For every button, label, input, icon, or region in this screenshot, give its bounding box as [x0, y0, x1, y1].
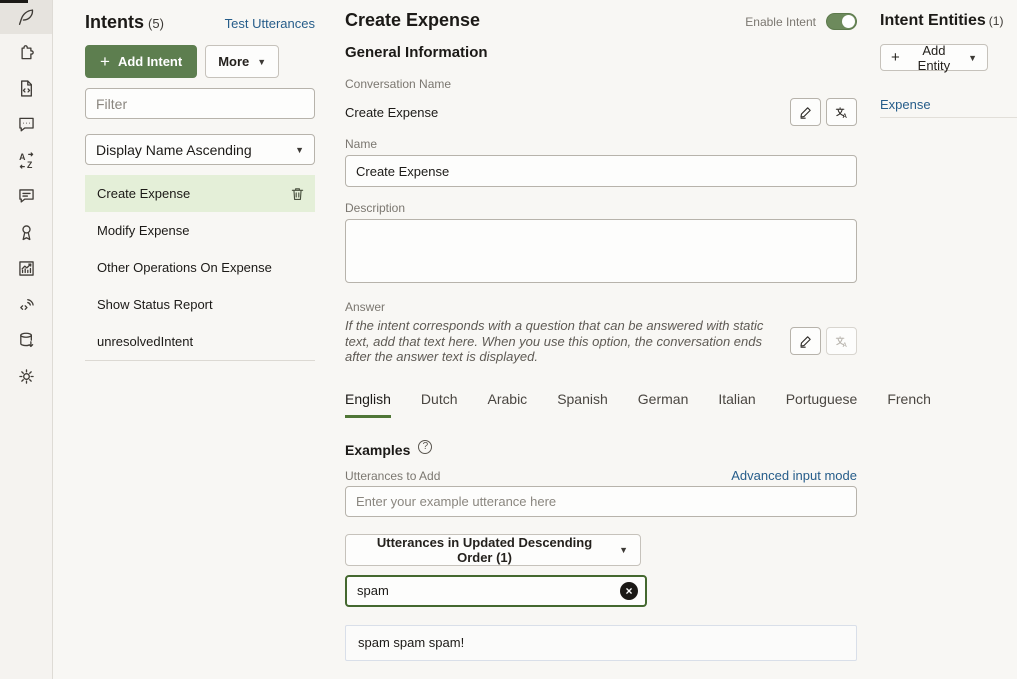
utterance-sort-dropdown[interactable]: Utterances in Updated Descending Order (…: [345, 534, 641, 566]
code-signal-icon: [16, 294, 37, 315]
answer-help-text: If the intent corresponds with a questio…: [345, 318, 787, 365]
translate-icon: A: [834, 334, 849, 349]
caret-down-icon: ▼: [257, 57, 266, 67]
sidebar-item-intents[interactable]: [0, 0, 52, 34]
pencil-icon: [798, 105, 813, 120]
intents-filter-input[interactable]: [85, 88, 315, 119]
svg-text:A: A: [842, 113, 847, 120]
examples-heading: Examples: [345, 442, 410, 458]
sidebar-item-ribbon[interactable]: [0, 214, 52, 250]
utterance-row[interactable]: spam spam spam!: [345, 625, 857, 661]
utterance-filter-input[interactable]: [345, 575, 647, 607]
utterances-to-add-label: Utterances to Add: [345, 469, 440, 483]
quill-icon: [15, 6, 37, 28]
intents-count: (5): [148, 16, 164, 31]
tab-spanish[interactable]: Spanish: [557, 391, 608, 418]
gear-icon: [16, 366, 37, 387]
sidebar-item-settings[interactable]: [0, 358, 52, 394]
translate-answer-button-disabled[interactable]: A: [826, 327, 857, 355]
add-entity-button[interactable]: + Add Entity ▼: [880, 44, 988, 71]
edit-answer-button[interactable]: [790, 327, 821, 355]
translate-icon: A: [834, 105, 849, 120]
test-utterances-link[interactable]: Test Utterances: [225, 16, 315, 31]
add-intent-button[interactable]: + Add Intent: [85, 45, 197, 78]
conversation-name-value: Create Expense: [345, 105, 438, 120]
chat-dots-icon: [16, 114, 37, 135]
name-label: Name: [345, 137, 857, 151]
plus-icon: +: [100, 52, 110, 72]
intent-row-other-operations[interactable]: Other Operations On Expense: [85, 249, 315, 286]
tab-dutch[interactable]: Dutch: [421, 391, 458, 418]
sidebar-item-chat-lines[interactable]: [0, 178, 52, 214]
sidebar-item-chat-dots[interactable]: [0, 106, 52, 142]
intents-panel: Intents(5) Test Utterances + Add Intent …: [85, 0, 315, 361]
enable-intent-toggle[interactable]: [826, 13, 857, 30]
close-icon: ×: [625, 585, 632, 597]
description-label: Description: [345, 201, 857, 215]
tab-italian[interactable]: Italian: [718, 391, 755, 418]
entities-divider: [880, 117, 1017, 118]
translate-conversation-name-button[interactable]: A: [826, 98, 857, 126]
sidebar-item-chart[interactable]: [0, 250, 52, 286]
caret-down-icon: ▼: [295, 145, 304, 155]
sidebar-item-database[interactable]: [0, 322, 52, 358]
tab-arabic[interactable]: Arabic: [488, 391, 528, 418]
ribbon-icon: [16, 222, 37, 243]
intents-sort-dropdown[interactable]: Display Name Ascending ▼: [85, 134, 315, 165]
help-icon[interactable]: ?: [418, 440, 432, 454]
intent-list-divider: [85, 360, 315, 361]
edit-conversation-name-button[interactable]: [790, 98, 821, 126]
intent-row-modify-expense[interactable]: Modify Expense: [85, 212, 315, 249]
answer-label: Answer: [345, 300, 857, 314]
sidebar-item-code-file[interactable]: [0, 70, 52, 106]
conversation-name-label: Conversation Name: [345, 77, 857, 91]
intents-panel-title: Intents (5): [85, 12, 164, 33]
intent-entities-title: Intent Entities(1): [880, 0, 1017, 30]
description-textarea[interactable]: [345, 219, 857, 283]
tab-german[interactable]: German: [638, 391, 689, 418]
tab-french[interactable]: French: [887, 391, 931, 418]
more-button[interactable]: More ▼: [205, 45, 279, 78]
svg-text:Z: Z: [26, 159, 32, 169]
delete-intent-button[interactable]: [290, 186, 305, 202]
caret-down-icon: ▼: [619, 545, 628, 555]
toggle-knob: [842, 15, 855, 28]
intent-row-show-status-report[interactable]: Show Status Report: [85, 286, 315, 323]
entity-link-expense[interactable]: Expense: [880, 97, 931, 112]
language-tabs: English Dutch Arabic Spanish German Ital…: [345, 391, 857, 418]
tab-english[interactable]: English: [345, 391, 391, 418]
sidebar-item-puzzle[interactable]: [0, 34, 52, 70]
tab-portuguese[interactable]: Portuguese: [786, 391, 858, 418]
utterance-input[interactable]: [345, 486, 857, 517]
sidebar-item-translate[interactable]: AZ: [0, 142, 52, 178]
trash-icon: [290, 186, 305, 202]
intent-entities-panel: Intent Entities(1) + Add Entity ▼ Expens…: [880, 0, 1017, 112]
puzzle-icon: [16, 42, 37, 63]
chat-lines-icon: [16, 186, 37, 207]
sidebar-item-code-signal[interactable]: [0, 286, 52, 322]
chart-icon: [16, 258, 37, 279]
intent-row-unresolved-intent[interactable]: unresolvedIntent: [85, 323, 315, 360]
name-input[interactable]: [345, 155, 857, 187]
intent-list: Create Expense Modify Expense Other Oper…: [85, 175, 315, 361]
database-export-icon: [16, 330, 37, 351]
svg-text:A: A: [842, 342, 847, 349]
enable-intent-label: Enable Intent: [745, 15, 816, 29]
caret-down-icon: ▼: [968, 53, 977, 63]
nav-rail: AZ: [0, 0, 53, 679]
app-window: AZ Intents(5) Test Utterances: [0, 0, 1017, 679]
page-title: Intents: [85, 12, 144, 32]
entities-count: (1): [989, 14, 1004, 28]
pencil-icon: [798, 334, 813, 349]
advanced-input-mode-link[interactable]: Advanced input mode: [731, 468, 857, 483]
intent-detail-panel: Create Expense Enable Intent General Inf…: [345, 0, 857, 661]
svg-text:A: A: [19, 152, 26, 162]
plus-icon: +: [891, 49, 900, 66]
intent-row-create-expense[interactable]: Create Expense: [85, 175, 315, 212]
code-file-icon: [16, 78, 37, 99]
intent-title: Create Expense: [345, 10, 480, 30]
translate-az-icon: AZ: [16, 150, 37, 171]
general-information-heading: General Information: [345, 44, 857, 61]
clear-filter-button[interactable]: ×: [620, 582, 638, 600]
